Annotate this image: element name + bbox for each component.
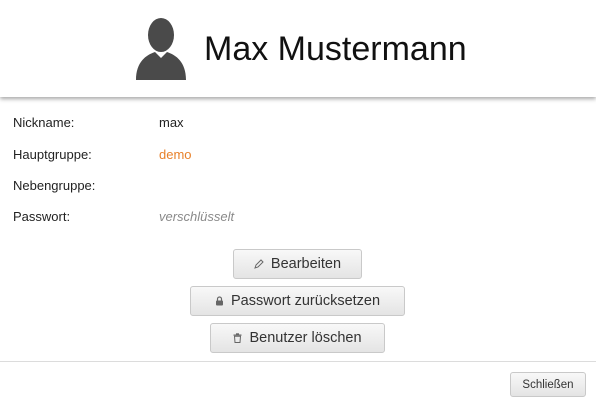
primary-group-label: Hauptgruppe: bbox=[13, 147, 92, 162]
user-silhouette-icon bbox=[136, 18, 186, 80]
password-label: Passwort: bbox=[13, 209, 71, 224]
dialog-header: Max Mustermann bbox=[0, 0, 596, 97]
delete-user-button[interactable]: Benutzer löschen bbox=[210, 323, 385, 353]
reset-password-button[interactable]: Passwort zurücksetzen bbox=[190, 286, 405, 316]
footer-divider bbox=[0, 361, 596, 362]
delete-user-button-label: Benutzer löschen bbox=[249, 330, 362, 346]
edit-button[interactable]: Bearbeiten bbox=[233, 249, 362, 279]
close-button[interactable]: Schließen bbox=[510, 372, 586, 397]
nickname-label: Nickname: bbox=[13, 115, 75, 130]
pencil-icon bbox=[254, 259, 264, 269]
trash-icon bbox=[233, 333, 242, 343]
nickname-value: max bbox=[159, 115, 184, 130]
user-full-name: Max Mustermann bbox=[204, 30, 467, 68]
edit-button-label: Bearbeiten bbox=[270, 256, 342, 272]
lock-icon bbox=[215, 296, 224, 306]
secondary-group-label: Nebengruppe: bbox=[13, 178, 96, 193]
password-value: verschlüsselt bbox=[159, 209, 235, 224]
primary-group-link[interactable]: demo bbox=[159, 145, 192, 165]
dialog-content: Nickname: max Hauptgruppe: demo Nebengru… bbox=[0, 97, 596, 406]
reset-password-button-label: Passwort zurücksetzen bbox=[230, 293, 381, 309]
